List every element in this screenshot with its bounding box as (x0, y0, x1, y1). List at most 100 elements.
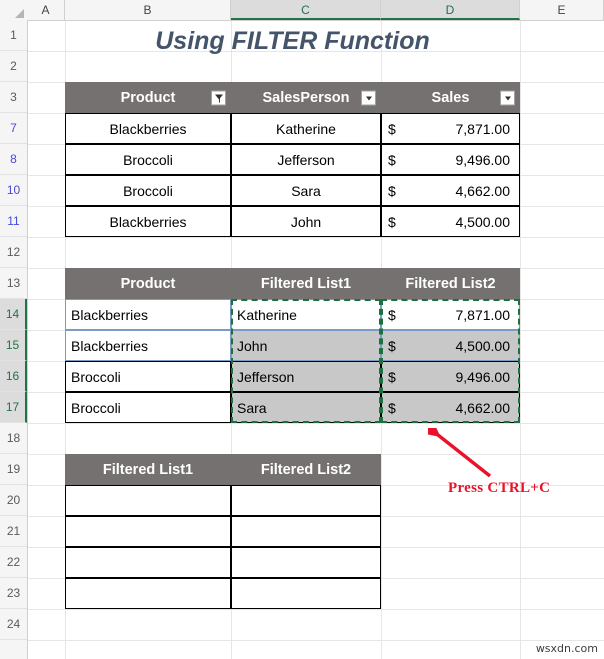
result-cell-list2[interactable]: $4,500.00 (381, 330, 520, 361)
row-header-7[interactable]: 7 (0, 113, 27, 144)
row-header-11[interactable]: 11 (0, 206, 27, 237)
source-cell-sales[interactable]: $7,871.00 (381, 113, 520, 144)
result-header-filtered-list1[interactable]: Filtered List1 (231, 268, 381, 299)
paste-cell-list1[interactable] (65, 516, 231, 547)
row-header-17[interactable]: 17 (0, 392, 27, 423)
paste-cell-list1[interactable] (65, 547, 231, 578)
row-header-21[interactable]: 21 (0, 516, 27, 547)
source-header-product[interactable]: Product (65, 82, 231, 113)
row-header-10[interactable]: 10 (0, 175, 27, 206)
cell-text: John (237, 337, 268, 354)
row-header-15[interactable]: 15 (0, 330, 27, 361)
cell-amount: 4,662.00 (455, 399, 511, 416)
row-header-1[interactable]: 1 (0, 20, 27, 51)
cell-amount: 9,496.00 (455, 368, 511, 385)
filter-funnel-icon[interactable] (211, 90, 226, 105)
paste-header-filtered-list1[interactable]: Filtered List1 (65, 454, 231, 485)
cell-text: Blackberries (71, 306, 149, 323)
header-label: Filtered List1 (260, 275, 352, 292)
cell-amount: 4,500.00 (455, 337, 511, 354)
row-header-18[interactable]: 18 (0, 423, 27, 454)
row-header-8[interactable]: 8 (0, 144, 27, 175)
cell-text: Jefferson (237, 368, 295, 385)
header-label: Filtered List2 (260, 461, 352, 478)
result-cell-list1[interactable]: Katherine (231, 299, 381, 330)
result-cell-product[interactable]: Broccoli (65, 361, 231, 392)
currency-symbol: $ (388, 213, 396, 230)
row-header-14[interactable]: 14 (0, 299, 27, 330)
select-all-corner[interactable] (0, 0, 28, 20)
row-header-3[interactable]: 3 (0, 82, 27, 113)
cell-text: Blackberries (109, 120, 187, 137)
result-cell-list2[interactable]: $4,662.00 (381, 392, 520, 423)
row-header-16[interactable]: 16 (0, 361, 27, 392)
result-cell-product[interactable]: Blackberries (65, 299, 231, 330)
paste-cell-list2[interactable] (231, 516, 381, 547)
filter-dropdown-icon[interactable] (361, 90, 376, 105)
currency-symbol: $ (388, 399, 396, 416)
paste-cell-list1[interactable] (65, 485, 231, 516)
row-header-strip: 1 2 3 7 8 10 11 12 13 14 15 16 17 18 19 20 21 22 23 24 (0, 20, 28, 659)
cell-amount: 9,496.00 (455, 151, 511, 168)
source-header-salesperson[interactable]: SalesPerson (231, 82, 381, 113)
cell-text: Broccoli (71, 399, 121, 416)
cell-text: Katherine (276, 120, 336, 137)
row-header-22[interactable]: 22 (0, 547, 27, 578)
source-cell-product[interactable]: Blackberries (65, 206, 231, 237)
currency-symbol: $ (388, 306, 396, 323)
column-header-e[interactable]: E (520, 0, 604, 20)
result-cell-list2[interactable]: $9,496.00 (381, 361, 520, 392)
cell-text: Jefferson (277, 151, 335, 168)
source-cell-product[interactable]: Broccoli (65, 144, 231, 175)
result-cell-list1[interactable]: John (231, 330, 381, 361)
watermark: wsxdn.com (535, 642, 598, 655)
cell-text: Sara (291, 182, 321, 199)
source-cell-salesperson[interactable]: Sara (231, 175, 381, 206)
cell-text: Katherine (237, 306, 297, 323)
column-header-a[interactable]: A (27, 0, 65, 20)
source-cell-product[interactable]: Broccoli (65, 175, 231, 206)
header-label: Filtered List2 (405, 275, 496, 292)
row-header-23[interactable]: 23 (0, 578, 27, 609)
header-label: Filtered List1 (102, 461, 194, 478)
header-label: Sales (431, 89, 470, 106)
row-header-19[interactable]: 19 (0, 454, 27, 485)
source-cell-sales[interactable]: $9,496.00 (381, 144, 520, 175)
source-cell-salesperson[interactable]: Katherine (231, 113, 381, 144)
source-cell-sales[interactable]: $4,500.00 (381, 206, 520, 237)
column-header-c[interactable]: C (231, 0, 381, 20)
row-header-2[interactable]: 2 (0, 51, 27, 82)
paste-cell-list2[interactable] (231, 547, 381, 578)
header-label: SalesPerson (262, 89, 350, 106)
currency-symbol: $ (388, 337, 396, 354)
source-cell-salesperson[interactable]: Jefferson (231, 144, 381, 175)
filter-dropdown-icon[interactable] (500, 90, 515, 105)
spreadsheet-canvas[interactable]: ABCDE 1 2 3 7 8 10 11 12 13 14 15 16 17 18 19 20 21 22 23 2… (0, 0, 604, 659)
row-header-20[interactable]: 20 (0, 485, 27, 516)
currency-symbol: $ (388, 151, 396, 168)
paste-header-filtered-list2[interactable]: Filtered List2 (231, 454, 381, 485)
source-cell-product[interactable]: Blackberries (65, 113, 231, 144)
result-cell-list2[interactable]: $7,871.00 (381, 299, 520, 330)
source-cell-salesperson[interactable]: John (231, 206, 381, 237)
result-cell-product[interactable]: Broccoli (65, 392, 231, 423)
paste-cell-list2[interactable] (231, 485, 381, 516)
row-header-24[interactable]: 24 (0, 609, 27, 640)
result-cell-product[interactable]: Blackberries (65, 330, 231, 361)
row-header-12[interactable]: 12 (0, 237, 27, 268)
result-cell-list1[interactable]: Jefferson (231, 361, 381, 392)
source-cell-sales[interactable]: $4,662.00 (381, 175, 520, 206)
column-header-strip: ABCDE (0, 0, 604, 21)
result-header-product[interactable]: Product (65, 268, 231, 299)
row-header-13[interactable]: 13 (0, 268, 27, 299)
result-cell-list1[interactable]: Sara (231, 392, 381, 423)
paste-cell-list1[interactable] (65, 578, 231, 609)
cell-text: Blackberries (109, 213, 187, 230)
source-header-sales[interactable]: Sales (381, 82, 520, 113)
cell-text: Broccoli (71, 368, 121, 385)
paste-cell-list2[interactable] (231, 578, 381, 609)
cell-text: Blackberries (71, 337, 149, 354)
column-header-d[interactable]: D (381, 0, 520, 20)
result-header-filtered-list2[interactable]: Filtered List2 (381, 268, 520, 299)
column-header-b[interactable]: B (65, 0, 231, 20)
